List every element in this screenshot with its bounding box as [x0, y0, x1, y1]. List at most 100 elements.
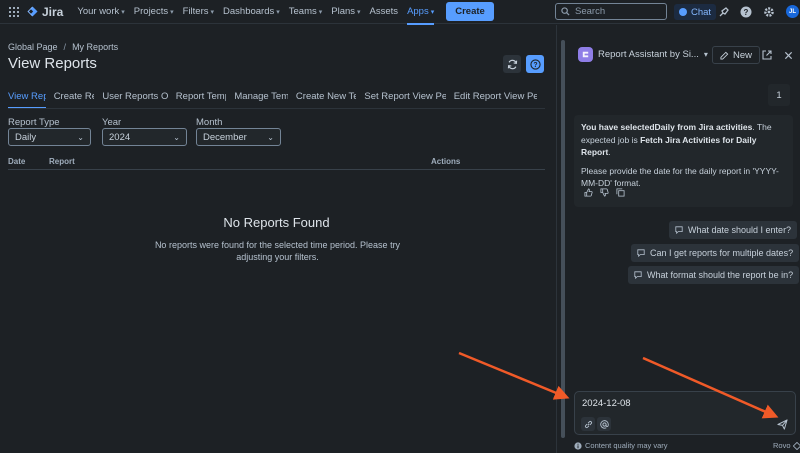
info-icon: [574, 441, 582, 450]
settings-icon[interactable]: [762, 5, 775, 18]
content-quality-text: Content quality may vary: [585, 441, 668, 450]
nav-label: Plans: [331, 6, 356, 17]
refresh-button[interactable]: [503, 55, 521, 73]
assistant-selector[interactable]: Report Assistant by Si... ▾: [578, 47, 708, 62]
nav-dashboards[interactable]: Dashboards ▾: [223, 6, 280, 17]
rovo-chat-icon: [679, 8, 687, 16]
mention-icon[interactable]: [597, 417, 611, 431]
nav-plans[interactable]: Plans ▾: [331, 6, 360, 17]
tab-view-reports[interactable]: View Reports: [8, 91, 46, 108]
assistant-text: .: [608, 147, 611, 157]
year-select[interactable]: 2024 ⌄: [102, 128, 187, 146]
chevron-down-icon: ▾: [276, 8, 280, 16]
close-icon[interactable]: [782, 49, 794, 61]
breadcrumb-global-page[interactable]: Global Page: [8, 42, 58, 52]
copy-icon[interactable]: [616, 188, 625, 197]
chevron-down-icon: ▾: [210, 8, 215, 16]
nav-label: Assets: [369, 6, 399, 17]
send-button[interactable]: [774, 417, 790, 431]
message-icon: [634, 271, 642, 279]
edit-icon: [720, 51, 729, 60]
scrollbar-thumb[interactable]: [561, 40, 565, 438]
month-label: Month: [196, 117, 223, 128]
nav-your-work[interactable]: Your work ▾: [77, 6, 124, 17]
tab-manage-templates[interactable]: Manage Templates: [234, 91, 288, 108]
nav-label: Your work: [77, 6, 120, 17]
month-value: December: [203, 131, 247, 143]
breadcrumb: Global Page / My Reports: [8, 42, 118, 52]
chevron-down-icon: ▾: [703, 50, 708, 59]
chevron-down-icon: ▾: [170, 8, 174, 16]
open-fullscreen-icon[interactable]: [761, 49, 773, 61]
chevron-down-icon: ▾: [357, 8, 361, 16]
empty-state-message: No reports were found for the selected t…: [154, 240, 401, 262]
year-label: Year: [102, 117, 122, 128]
new-label: New: [733, 49, 753, 61]
create-button[interactable]: Create: [446, 2, 494, 21]
suggestion-chip[interactable]: Can I get reports for multiple dates?: [631, 244, 800, 262]
nav-label: Projects: [133, 6, 169, 17]
nav-label: Dashboards: [223, 6, 275, 17]
message-feedback: [584, 188, 625, 197]
breadcrumb-separator: /: [63, 42, 67, 52]
composer-input-value[interactable]: 2024-12-08: [582, 398, 631, 409]
nav-projects[interactable]: Projects ▾: [134, 6, 174, 17]
assistant-bold-text: Daily from Jira activities: [654, 122, 753, 132]
chevron-down-icon: ▾: [430, 8, 435, 16]
month-select[interactable]: December ⌄: [196, 128, 281, 146]
panel-divider[interactable]: [556, 25, 557, 453]
column-actions: Actions: [431, 157, 461, 166]
chat-button[interactable]: Chat: [674, 4, 717, 20]
report-type-label: Report Type: [8, 117, 60, 128]
message-composer[interactable]: 2024-12-08: [574, 391, 796, 435]
jira-logo-icon: [27, 6, 38, 17]
apps-grid-icon[interactable]: [9, 6, 19, 17]
report-type-value: Daily: [15, 131, 37, 143]
main-content: Global Page / My Reports View Reports ? …: [0, 25, 555, 453]
user-message: 1: [768, 84, 790, 106]
rovo-agent-icon: [578, 47, 593, 62]
panel-title: Report Assistant by Si...: [598, 49, 699, 60]
tab-user-reports-overview[interactable]: User Reports Overview: [102, 91, 167, 108]
report-type-select[interactable]: Daily ⌄: [8, 128, 91, 146]
column-report[interactable]: Report: [49, 157, 75, 166]
assistant-panel: Report Assistant by Si... ▾ New 1 You ha…: [568, 25, 800, 453]
chevron-down-icon: ⌄: [267, 132, 274, 142]
breadcrumb-my-reports[interactable]: My Reports: [72, 42, 118, 52]
tab-edit-report-view-permissions[interactable]: Edit Report View Permissions: [454, 91, 537, 108]
suggestion-chip[interactable]: What date should I enter?: [669, 221, 798, 239]
tab-report-templates[interactable]: Report Templates: [176, 91, 227, 108]
nav-teams[interactable]: Teams ▾: [289, 6, 323, 17]
page-help-button[interactable]: ?: [526, 55, 544, 73]
nav-apps[interactable]: Apps ▾: [407, 0, 435, 25]
user-avatar[interactable]: JL: [786, 5, 799, 18]
rovo-brand: Rovo: [773, 441, 800, 450]
empty-state-title: No Reports Found: [223, 215, 330, 230]
notifications-icon[interactable]: [717, 5, 730, 18]
chat-label: Chat: [691, 6, 712, 18]
reports-table-header: Date Report Actions: [8, 157, 545, 170]
search-input[interactable]: Search: [555, 3, 667, 20]
attach-link-icon[interactable]: [581, 417, 595, 431]
tab-set-report-view-permissions[interactable]: Set Report View Permissions: [364, 91, 445, 108]
column-date[interactable]: Date: [8, 157, 25, 166]
rovo-brand-text: Rovo: [773, 441, 791, 450]
nav-filters[interactable]: Filters ▾: [183, 6, 214, 17]
new-chat-button[interactable]: New: [712, 46, 761, 64]
help-icon[interactable]: ?: [739, 5, 752, 18]
report-tabs: View Reports Create Reports User Reports…: [8, 91, 545, 109]
send-icon: [776, 418, 788, 430]
tab-create-new-template[interactable]: Create New Template: [296, 91, 356, 108]
nav-assets[interactable]: Assets: [370, 6, 399, 17]
assistant-message-text: You have selectedDaily from Jira activit…: [581, 121, 786, 159]
thumbs-up-icon[interactable]: [584, 188, 593, 197]
jira-logo[interactable]: Jira: [27, 5, 63, 19]
page-title: View Reports: [8, 55, 97, 72]
message-icon: [637, 249, 645, 257]
tab-create-reports[interactable]: Create Reports: [54, 91, 95, 108]
rovo-logo-icon: [792, 441, 800, 450]
thumbs-down-icon[interactable]: [600, 188, 609, 197]
chevron-down-icon: ▾: [318, 8, 323, 16]
suggestion-text: What date should I enter?: [688, 225, 792, 235]
suggestion-chip[interactable]: What format should the report be in?: [628, 266, 800, 284]
